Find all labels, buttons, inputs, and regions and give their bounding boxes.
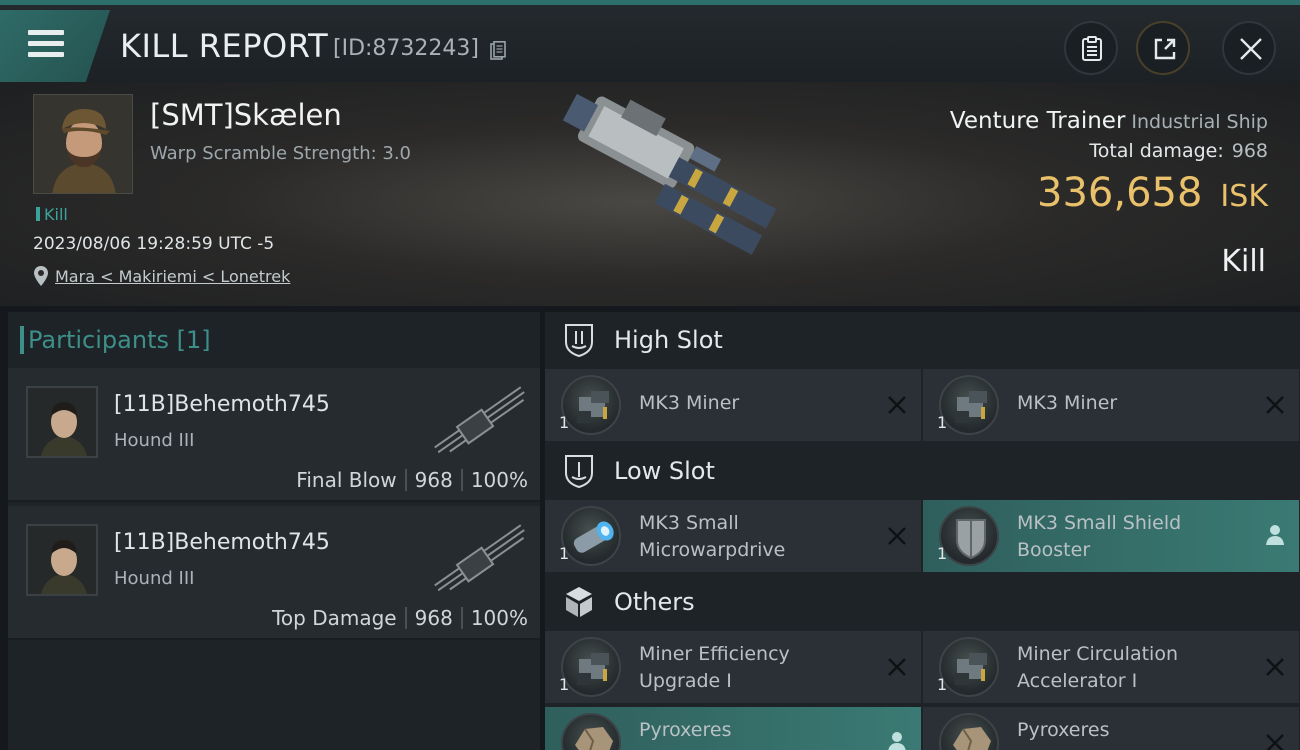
kill-datetime: 2023/08/06 19:28:59 UTC -5	[33, 234, 275, 254]
fitting-item-name: MK3 Miner	[639, 392, 740, 414]
high-slot-icon	[565, 324, 593, 358]
miner-module-icon	[939, 375, 999, 435]
fitting-item[interactable]: 1 MK3 Miner	[923, 369, 1299, 441]
isk-value: 336,658 ISK	[1037, 170, 1268, 216]
miner-module-icon	[561, 375, 621, 435]
destroyed-x-icon	[888, 396, 906, 414]
hamburger-icon	[28, 30, 64, 58]
fitting-item[interactable]: 1 MK3 Small Microwarpdrive	[545, 500, 921, 572]
fitting-item-name: Pyroxeres	[1017, 719, 1110, 741]
victim-banner: [SMT]Skælen Warp Scramble Strength: 3.0 …	[0, 82, 1300, 306]
location-pin-icon	[34, 266, 48, 286]
kill-location-link[interactable]: Mara < Makiriemi < Lonetrek	[55, 267, 290, 286]
low-slot-icon	[565, 455, 593, 489]
participant-card[interactable]: [11B]Behemoth745 Hound III Final Blow 968…	[8, 368, 540, 502]
high-slot-header: High Slot	[545, 312, 1300, 368]
ore-icon	[939, 713, 999, 750]
participant-name[interactable]: [11B]Behemoth745	[114, 530, 330, 555]
participant-ship: Hound III	[114, 430, 195, 451]
kill-tag: Kill	[36, 205, 68, 224]
fitting-item-name: MK3 Small Microwarpdrive	[639, 512, 786, 561]
fitting-item-name: MK3 Small Shield Booster	[1017, 512, 1182, 561]
total-damage: Total damage: 968	[1089, 140, 1268, 162]
victim-avatar[interactable]	[33, 94, 133, 194]
fitting-item-name: Miner Efficiency Upgrade I	[639, 643, 790, 692]
ore-icon	[561, 713, 621, 750]
weapon-icon	[434, 524, 525, 592]
participant-stats: Final Blow 968 100%	[296, 468, 528, 492]
victim-name[interactable]: [SMT]Skælen	[150, 98, 342, 132]
fitting-item-name: Pyroxeres	[639, 719, 732, 741]
miner-upgrade-icon	[939, 637, 999, 697]
fitting-item[interactable]: Pyroxeres	[923, 707, 1299, 750]
microwarpdrive-icon	[561, 506, 621, 566]
participant-name[interactable]: [11B]Behemoth745	[114, 392, 330, 417]
fitting-item[interactable]: 1 MK3 Miner	[545, 369, 921, 441]
fitting-panel: High Slot 1 MK3 Miner 1 MK3 Miner Low Sl…	[545, 312, 1300, 750]
cube-icon	[566, 587, 592, 617]
ship-class: Industrial Ship	[1131, 111, 1268, 133]
header-bar: KILL REPORT [ID:8732243]	[0, 0, 1300, 82]
destroyed-x-icon	[1266, 396, 1284, 414]
participant-card[interactable]: [11B]Behemoth745 Hound III Top Damage 968…	[8, 506, 540, 640]
destroyed-x-icon	[1266, 734, 1284, 750]
participant-ship: Hound III	[114, 568, 195, 589]
warp-scramble-strength: Warp Scramble Strength: 3.0	[150, 143, 412, 164]
person-icon	[888, 732, 906, 750]
fitting-item-name: Miner Circulation Accelerator I	[1017, 643, 1178, 692]
share-button[interactable]	[1136, 21, 1190, 75]
low-slot-header: Low Slot	[545, 443, 1300, 499]
fitting-item-name: MK3 Miner	[1017, 392, 1118, 414]
destroyed-x-icon	[1266, 658, 1284, 676]
fitting-item[interactable]: 1 Miner Efficiency Upgrade I	[545, 631, 921, 703]
fitting-item[interactable]: 1 Miner Circulation Accelerator I	[923, 631, 1299, 703]
weapon-icon	[434, 386, 525, 454]
ship-image	[562, 93, 777, 255]
clipboard-button[interactable]	[1064, 21, 1118, 75]
participants-header: Participants [1]	[20, 326, 211, 354]
clipboard-icon	[1082, 36, 1102, 61]
report-id: [ID:8732243]	[333, 36, 479, 61]
destroyed-x-icon	[888, 527, 906, 545]
close-button[interactable]	[1222, 21, 1276, 75]
menu-button[interactable]	[0, 10, 110, 82]
miner-upgrade-icon	[561, 637, 621, 697]
fitting-item-dropped[interactable]: 1 MK3 Small Shield Booster	[923, 500, 1299, 572]
participant-avatar	[26, 524, 98, 596]
fitting-item-dropped[interactable]: Pyroxeres	[545, 707, 921, 750]
ship-name[interactable]: Venture Trainer Industrial Ship	[950, 108, 1268, 134]
copy-icon[interactable]	[490, 41, 506, 61]
participants-panel: Participants [1] [11B]Behemoth745 Hound …	[8, 312, 540, 750]
person-icon	[1266, 525, 1284, 545]
shield-booster-icon	[939, 506, 999, 566]
destroyed-x-icon	[888, 658, 906, 676]
share-icon	[1154, 38, 1176, 60]
participant-avatar	[26, 386, 98, 458]
page-title: KILL REPORT	[120, 27, 329, 65]
kill-result: Kill	[1221, 244, 1266, 279]
close-icon	[1240, 38, 1262, 60]
others-header: Others	[545, 574, 1300, 630]
participant-stats: Top Damage 968 100%	[272, 606, 528, 630]
